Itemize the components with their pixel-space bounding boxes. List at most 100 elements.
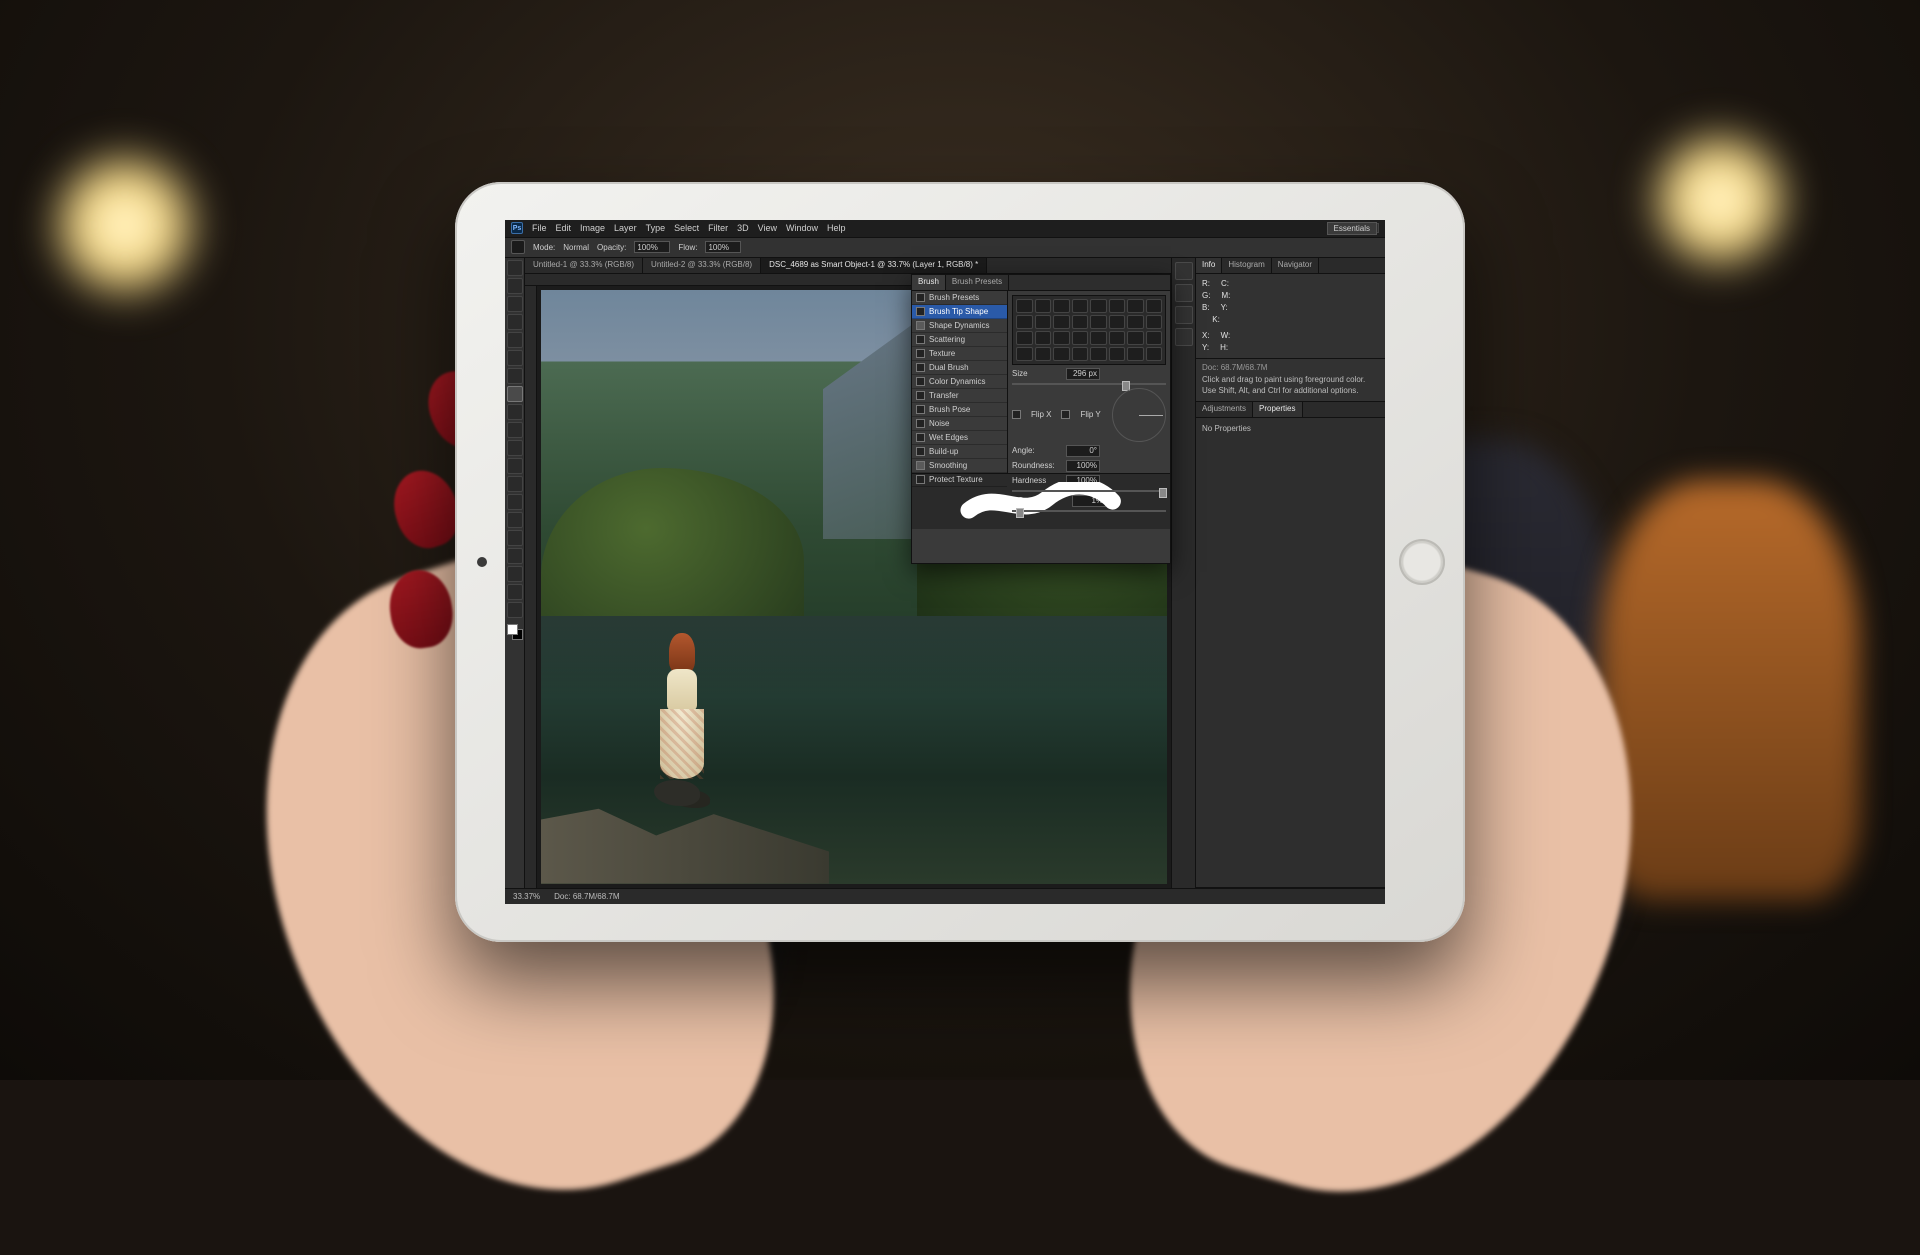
tab-info[interactable]: Info [1196, 258, 1222, 273]
brush-option-4[interactable]: Texture [912, 347, 1007, 361]
path-tool-icon[interactable] [507, 548, 523, 564]
brush-option-8[interactable]: Brush Pose [912, 403, 1007, 417]
menu-filter[interactable]: Filter [708, 223, 728, 233]
doc-tab-1[interactable]: Untitled-1 @ 33.3% (RGB/8) [525, 258, 643, 273]
ruler-vertical[interactable] [525, 286, 537, 888]
blur-tool-icon[interactable] [507, 476, 523, 492]
brush-tip-grid[interactable] [1012, 295, 1166, 365]
brush-tip-23[interactable] [1146, 331, 1163, 345]
hardness-slider[interactable] [1012, 490, 1166, 492]
brush-option-checkbox-2[interactable] [916, 321, 925, 330]
brush-tip-30[interactable] [1127, 347, 1144, 361]
brush-option-10[interactable]: Wet Edges [912, 431, 1007, 445]
brush-option-6[interactable]: Color Dynamics [912, 375, 1007, 389]
brush-option-checkbox-4[interactable] [916, 349, 925, 358]
dodge-tool-icon[interactable] [507, 494, 523, 510]
doc-tab-3[interactable]: DSC_4689 as Smart Object-1 @ 33.7% (Laye… [761, 258, 987, 273]
wand-tool-icon[interactable] [507, 314, 523, 330]
roundness-value[interactable]: 100% [1066, 460, 1100, 472]
stamp-tool-icon[interactable] [507, 404, 523, 420]
brush-tip-31[interactable] [1146, 347, 1163, 361]
brush-tip-27[interactable] [1072, 347, 1089, 361]
panel-icon-4[interactable] [1175, 328, 1193, 346]
marquee-tool-icon[interactable] [507, 278, 523, 294]
brush-option-1[interactable]: Brush Tip Shape [912, 305, 1007, 319]
brush-option-12[interactable]: Smoothing [912, 459, 1007, 473]
menu-type[interactable]: Type [646, 223, 666, 233]
zoom-tool-icon[interactable] [507, 602, 523, 618]
tab-adjustments[interactable]: Adjustments [1196, 402, 1253, 417]
brush-tip-18[interactable] [1053, 331, 1070, 345]
brush-tip-4[interactable] [1090, 299, 1107, 313]
brush-tip-19[interactable] [1072, 331, 1089, 345]
gradient-tool-icon[interactable] [507, 458, 523, 474]
mode-value[interactable]: Normal [563, 243, 589, 252]
brush-option-checkbox-11[interactable] [916, 447, 925, 456]
brush-tool-icon[interactable] [507, 386, 523, 402]
eyedropper-tool-icon[interactable] [507, 350, 523, 366]
brush-option-checkbox-1[interactable] [916, 307, 925, 316]
brush-tip-13[interactable] [1109, 315, 1126, 329]
brush-tip-1[interactable] [1035, 299, 1052, 313]
history-brush-tool-icon[interactable] [507, 422, 523, 438]
brush-tip-21[interactable] [1109, 331, 1126, 345]
brush-tip-0[interactable] [1016, 299, 1033, 313]
menu-view[interactable]: View [758, 223, 777, 233]
panel-icon-2[interactable] [1175, 284, 1193, 302]
brush-option-checkbox-3[interactable] [916, 335, 925, 344]
brush-option-checkbox-10[interactable] [916, 433, 925, 442]
eraser-tool-icon[interactable] [507, 440, 523, 456]
spacing-slider[interactable] [1012, 510, 1166, 512]
brush-preset-thumb-icon[interactable] [511, 240, 525, 254]
brush-tip-8[interactable] [1016, 315, 1033, 329]
brush-tip-22[interactable] [1127, 331, 1144, 345]
menu-layer[interactable]: Layer [614, 223, 637, 233]
brush-option-checkbox-12[interactable] [916, 461, 925, 470]
flow-input[interactable] [705, 241, 741, 253]
type-tool-icon[interactable] [507, 530, 523, 546]
brush-option-checkbox-8[interactable] [916, 405, 925, 414]
opacity-input[interactable] [634, 241, 670, 253]
brush-tip-10[interactable] [1053, 315, 1070, 329]
brush-tip-20[interactable] [1090, 331, 1107, 345]
brush-tip-11[interactable] [1072, 315, 1089, 329]
panel-icon-1[interactable] [1175, 262, 1193, 280]
brush-tip-24[interactable] [1016, 347, 1033, 361]
brush-tip-29[interactable] [1109, 347, 1126, 361]
workspace-switcher[interactable]: Essentials [1327, 222, 1377, 235]
size-value[interactable]: 296 px [1066, 368, 1100, 380]
brush-option-2[interactable]: Shape Dynamics [912, 319, 1007, 333]
menu-edit[interactable]: Edit [556, 223, 572, 233]
brush-tip-25[interactable] [1035, 347, 1052, 361]
brush-option-checkbox-7[interactable] [916, 391, 925, 400]
brush-tip-12[interactable] [1090, 315, 1107, 329]
zoom-readout[interactable]: 33.37% [513, 892, 540, 901]
brush-option-5[interactable]: Dual Brush [912, 361, 1007, 375]
menu-select[interactable]: Select [674, 223, 699, 233]
brush-option-7[interactable]: Transfer [912, 389, 1007, 403]
size-slider[interactable] [1012, 383, 1166, 385]
tab-properties[interactable]: Properties [1253, 402, 1302, 417]
move-tool-icon[interactable] [507, 260, 523, 276]
menu-file[interactable]: File [532, 223, 547, 233]
doc-tab-2[interactable]: Untitled-2 @ 33.3% (RGB/8) [643, 258, 761, 273]
brush-tip-15[interactable] [1146, 315, 1163, 329]
brush-option-9[interactable]: Noise [912, 417, 1007, 431]
brush-tip-5[interactable] [1109, 299, 1126, 313]
flipx-checkbox[interactable] [1012, 410, 1021, 419]
tab-navigator[interactable]: Navigator [1272, 258, 1319, 273]
flipy-checkbox[interactable] [1061, 410, 1070, 419]
tablet-home-button[interactable] [1399, 539, 1445, 585]
brush-tip-9[interactable] [1035, 315, 1052, 329]
brush-option-checkbox-0[interactable] [916, 293, 925, 302]
brush-option-checkbox-5[interactable] [916, 363, 925, 372]
tab-brush-presets[interactable]: Brush Presets [946, 275, 1009, 290]
brush-option-0[interactable]: Brush Presets [912, 291, 1007, 305]
brush-tip-14[interactable] [1127, 315, 1144, 329]
crop-tool-icon[interactable] [507, 332, 523, 348]
shape-tool-icon[interactable] [507, 566, 523, 582]
brush-option-checkbox-6[interactable] [916, 377, 925, 386]
brush-option-checkbox-9[interactable] [916, 419, 925, 428]
panel-icon-3[interactable] [1175, 306, 1193, 324]
brush-panel[interactable]: Brush Brush Presets Brush PresetsBrush T… [911, 274, 1171, 564]
